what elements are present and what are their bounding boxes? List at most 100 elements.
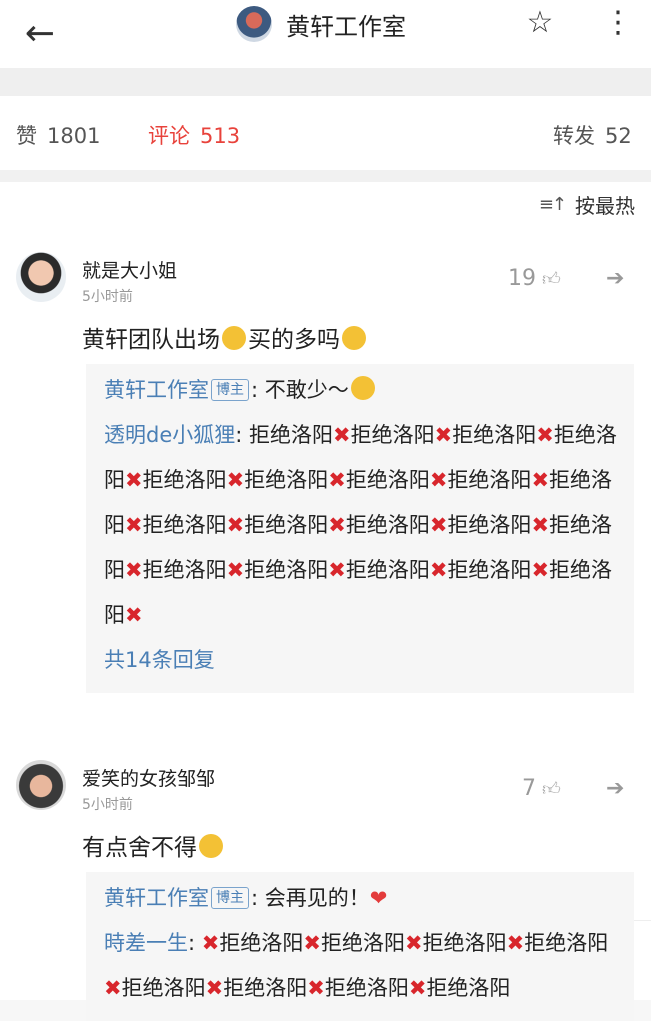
comment-author[interactable]: 就是大小姐 <box>82 256 177 283</box>
arrow-left-icon[interactable]: ← <box>18 12 62 56</box>
dog-emoji-icon <box>350 376 375 400</box>
cross-mark-icon: ✖ <box>303 931 321 955</box>
comment-text: 有点舍不得 <box>82 828 225 862</box>
cross-mark-icon: ✖ <box>201 931 220 955</box>
spacer <box>0 68 651 96</box>
repeated-phrase: 拒绝洛阳 <box>219 931 304 955</box>
reply-text: : 不敢少～ <box>251 378 349 402</box>
dog-emoji-icon <box>342 326 366 350</box>
repeated-phrase: 拒绝洛阳 <box>249 423 334 447</box>
comment-text-part: 黄轩团队出场 <box>82 327 220 353</box>
likes-label: 赞 <box>16 124 37 148</box>
cross-mark-icon: ✖ <box>328 558 346 582</box>
repeated-phrase: 拒绝洛阳 <box>345 513 430 537</box>
page-title: 黄轩工作室 <box>286 12 406 41</box>
repeated-phrase: 拒绝洛阳 <box>422 931 507 955</box>
more-replies-link[interactable]: 共14条回复 <box>104 638 620 683</box>
star-icon[interactable]: ☆ <box>520 2 560 42</box>
comment-author[interactable]: 爱笑的女孩邹邹 <box>82 764 215 791</box>
drool-emoji-icon <box>199 834 223 858</box>
repeated-phrase: 拒绝洛阳 <box>121 976 206 1000</box>
cross-mark-icon: ✖ <box>333 423 351 447</box>
author-badge: 博主 <box>211 379 249 401</box>
reply-author[interactable]: 時差一生 <box>104 931 188 955</box>
cross-mark-icon: ✖ <box>328 513 346 537</box>
reply-author[interactable]: 黄轩工作室 <box>104 886 209 910</box>
comment-text: 黄轩团队出场 买的多吗 <box>82 320 368 354</box>
reply: 時差一生: ✖拒绝洛阳✖拒绝洛阳✖拒绝洛阳✖拒绝洛阳✖拒绝洛阳✖拒绝洛阳✖拒绝洛… <box>104 921 620 1011</box>
cross-mark-icon: ✖ <box>307 976 325 1000</box>
cross-mark-icon: ✖ <box>404 931 423 955</box>
like-count: 19 <box>508 266 536 291</box>
repeated-phrase: 拒绝洛阳 <box>447 558 532 582</box>
repeated-phrase: 拒绝洛阳 <box>426 976 511 1000</box>
cross-mark-icon: ✖ <box>536 423 554 447</box>
grin-emoji-icon <box>222 326 246 350</box>
repeated-phrase: 拒绝洛阳 <box>244 513 329 537</box>
repeated-phrase: 拒绝洛阳 <box>223 976 308 1000</box>
sort-lines-icon: ≡↑ <box>538 194 567 215</box>
cross-mark-icon: ✖ <box>104 976 122 1000</box>
cross-mark-icon: ✖ <box>408 976 427 1000</box>
comment-text-part: 有点舍不得 <box>82 835 197 861</box>
repeated-phrase: 拒绝洛阳 <box>452 423 537 447</box>
reposts-count: 52 <box>605 124 632 148</box>
reply-author[interactable]: 透明de小狐狸 <box>104 423 235 447</box>
thumbs-up-icon: 👍︎ <box>542 778 561 800</box>
cross-mark-icon: ✖ <box>226 468 245 492</box>
author-badge: 博主 <box>211 887 249 909</box>
comment-list: ≡↑ 按最热 就是大小姐 5小时前 19 👍︎ ➔ 黄轩团队出场 买的多吗 黄轩工… <box>0 182 651 1021</box>
repeated-phrase: 拒绝洛阳 <box>350 423 435 447</box>
avatar[interactable] <box>236 6 272 42</box>
reply-separator: : <box>188 931 202 955</box>
repeated-phrase: 拒绝洛阳 <box>142 513 227 537</box>
cross-mark-icon: ✖ <box>328 468 346 492</box>
cross-mark-icon: ✖ <box>429 468 448 492</box>
share-icon[interactable]: ➔ <box>606 776 624 801</box>
repeated-phrase: 拒绝洛阳 <box>447 513 532 537</box>
tab-reposts[interactable]: 转发 52 <box>553 120 632 150</box>
cross-mark-icon: ✖ <box>226 513 245 537</box>
more-options-icon[interactable]: ⋮ <box>598 2 638 42</box>
cross-mark-icon: ✖ <box>226 558 245 582</box>
cross-mark-icon: ✖ <box>125 558 143 582</box>
repeated-phrase: 拒绝洛阳 <box>345 558 430 582</box>
likes-count: 1801 <box>47 124 101 148</box>
reply: 黄轩工作室 博主: 不敢少～ <box>104 368 620 413</box>
avatar[interactable] <box>16 760 66 810</box>
comments-count: 513 <box>200 124 241 148</box>
repeated-phrase: 拒绝洛阳 <box>324 976 409 1000</box>
avatar[interactable] <box>16 252 66 302</box>
sort-button[interactable]: ≡↑ 按最热 <box>539 190 635 219</box>
share-icon[interactable]: ➔ <box>606 266 624 291</box>
cross-mark-icon: ✖ <box>506 931 525 955</box>
tab-comments[interactable]: 评论 513 <box>148 120 240 150</box>
repeated-phrase: 拒绝洛阳 <box>244 468 329 492</box>
thumbs-up-icon: 👍︎ <box>542 268 561 290</box>
like-button[interactable]: 19 👍︎ <box>508 266 561 291</box>
reposts-label: 转发 <box>553 124 595 148</box>
title-area[interactable]: 黄轩工作室 <box>236 4 406 44</box>
comments-label: 评论 <box>148 124 190 148</box>
cross-mark-icon: ✖ <box>205 976 224 1000</box>
cross-mark-icon: ✖ <box>429 558 448 582</box>
cross-mark-icon: ✖ <box>125 603 143 627</box>
stats-bar: 赞 1801 评论 513 转发 52 <box>0 96 651 170</box>
cross-mark-icon: ✖ <box>125 468 143 492</box>
like-button[interactable]: 7 👍︎ <box>522 776 561 801</box>
reply-author[interactable]: 黄轩工作室 <box>104 378 209 402</box>
repeated-phrase: 拒绝洛阳 <box>142 468 227 492</box>
like-count: 7 <box>522 776 536 801</box>
comment-time: 5小时前 <box>82 289 133 305</box>
repeated-phrase: 拒绝洛阳 <box>320 931 405 955</box>
repeated-phrase: 拒绝洛阳 <box>345 468 430 492</box>
reply: 黄轩工作室 博主: 会再见的！❤ <box>104 876 620 921</box>
reply-box[interactable]: 黄轩工作室 博主: 不敢少～ 透明de小狐狸: 拒绝洛阳✖拒绝洛阳✖拒绝洛阳✖拒绝… <box>86 364 634 693</box>
repeated-phrase: 拒绝洛阳 <box>244 558 329 582</box>
tab-likes[interactable]: 赞 1801 <box>16 120 100 150</box>
repeated-phrase: 拒绝洛阳 <box>142 558 227 582</box>
sort-label: 按最热 <box>575 194 635 218</box>
cross-mark-icon: ✖ <box>434 423 453 447</box>
repeated-phrase: 拒绝洛阳 <box>524 931 609 955</box>
reply-box[interactable]: 黄轩工作室 博主: 会再见的！❤ 時差一生: ✖拒绝洛阳✖拒绝洛阳✖拒绝洛阳✖拒绝… <box>86 872 634 1021</box>
